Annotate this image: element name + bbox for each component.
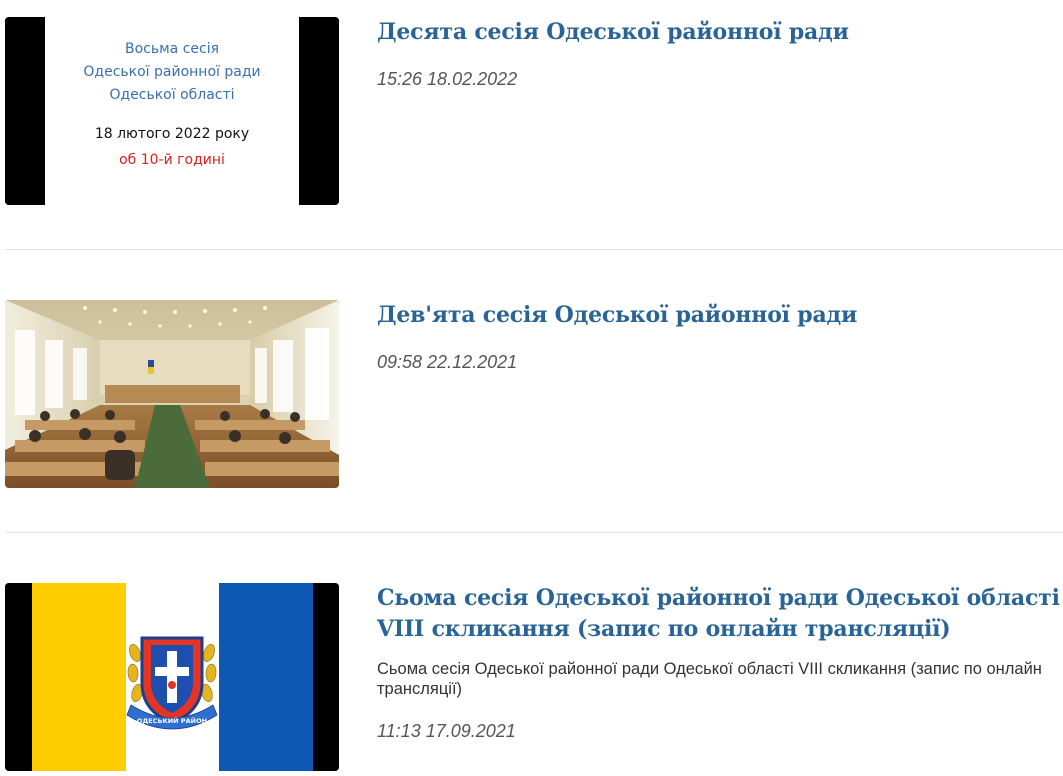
poster-line-5: об 10-й годині (119, 152, 225, 168)
poster-line-1: Восьма сесія (125, 41, 219, 57)
news-item-3: ОДЕСЬКИЙ РАЙОН Сьома сесія Одеської райо… (5, 583, 1063, 773)
video-thumbnail-3[interactable]: ОДЕСЬКИЙ РАЙОН (5, 583, 339, 771)
news-item-2: Дев'ята сесія Одеської районної ради 09:… (5, 300, 1063, 490)
council-hall-photo (5, 300, 339, 488)
item-date-1: 15:26 18.02.2022 (377, 69, 518, 89)
emblem-ribbon-text: ОДЕСЬКИЙ РАЙОН (137, 716, 207, 725)
news-item-1: Восьма сесія Одеської районної ради Одес… (5, 17, 1063, 207)
divider-2 (5, 532, 1063, 533)
divider-1 (5, 249, 1063, 250)
item-title-3[interactable]: Сьома сесія Одеської районної ради Одесь… (377, 583, 1063, 645)
item-title-1[interactable]: Десята сесія Одеської районної ради (377, 17, 1063, 48)
poster-line-2: Одеської районної ради (83, 64, 260, 80)
item-date-3: 11:13 17.09.2021 (377, 721, 516, 741)
district-flag: ОДЕСЬКИЙ РАЙОН (5, 583, 339, 771)
item-title-2[interactable]: Дев'ята сесія Одеської районної ради (377, 300, 1063, 331)
item-date-2: 09:58 22.12.2021 (377, 352, 518, 372)
video-thumbnail-1[interactable]: Восьма сесія Одеської районної ради Одес… (5, 17, 339, 205)
item-description-3: Сьома сесія Одеської районної ради Одесь… (377, 660, 1042, 698)
video-thumbnail-2[interactable] (5, 300, 339, 488)
thumbnail-poster: Восьма сесія Одеської районної ради Одес… (5, 17, 339, 205)
poster-line-4: 18 лютого 2022 року (95, 126, 249, 142)
poster-line-3: Одеської області (109, 87, 234, 103)
